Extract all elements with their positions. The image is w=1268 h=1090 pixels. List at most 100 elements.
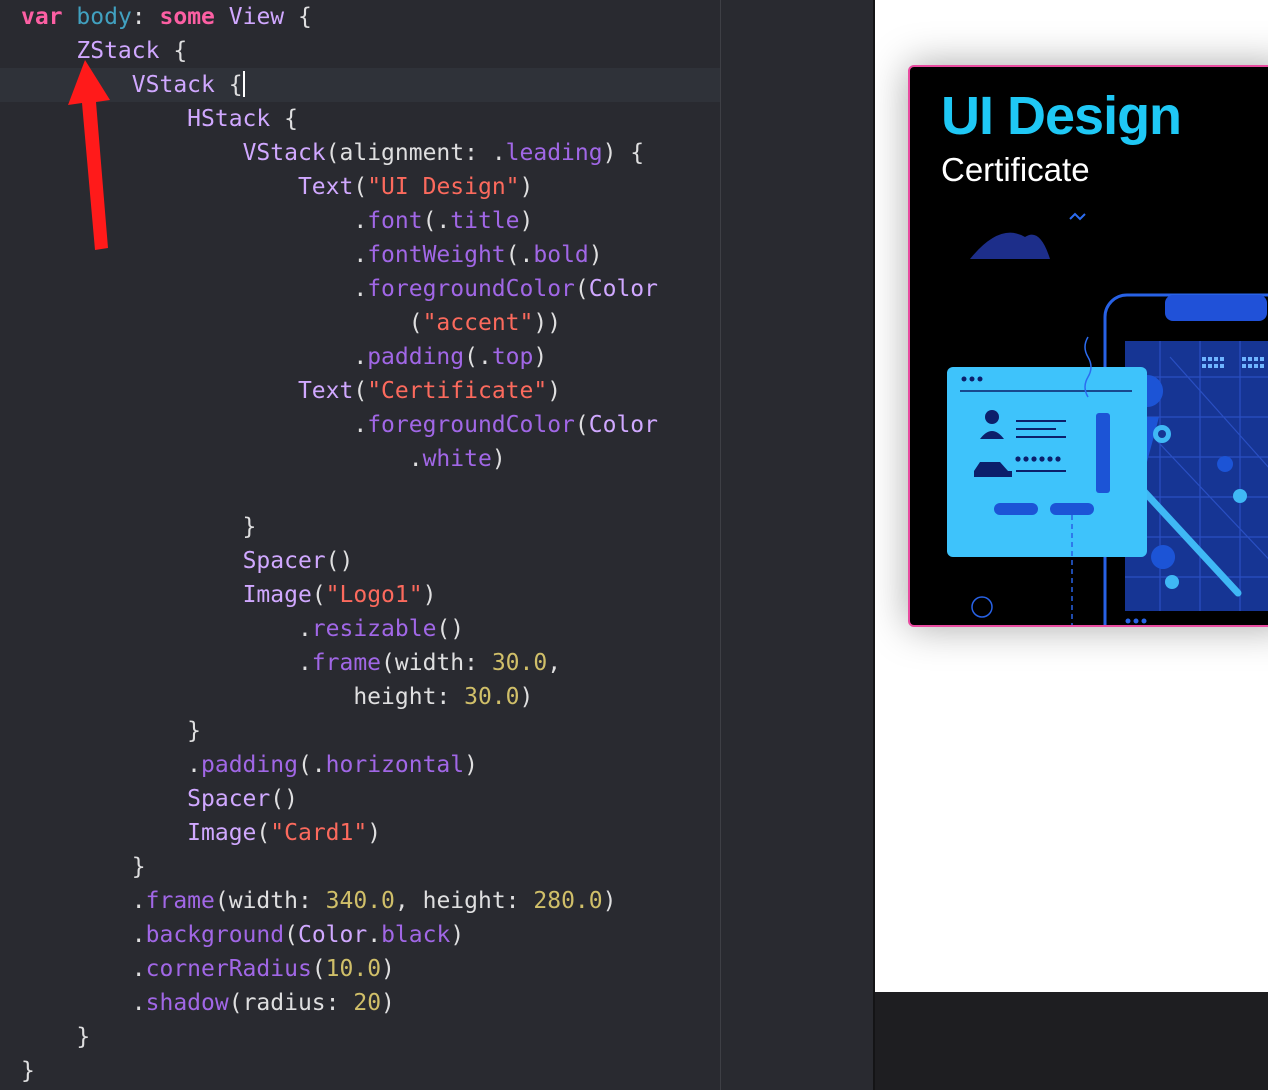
code-token: "accent" (422, 310, 534, 336)
code-token: "Logo1" (325, 582, 423, 608)
code-token: } (21, 718, 202, 744)
code-token: (. (505, 242, 534, 268)
code-line[interactable]: .background(Color.black) (21, 918, 464, 952)
code-line[interactable]: } (21, 1054, 35, 1088)
code-token: , (547, 650, 562, 676)
code-token: ) (533, 344, 548, 370)
code-token: 280.0 (533, 888, 603, 914)
code-token: () (325, 548, 354, 574)
code-token: Image (242, 582, 312, 608)
code-line[interactable]: .frame(width: 340.0, height: 280.0) (21, 884, 617, 918)
code-token: title (450, 208, 520, 234)
code-line[interactable]: .padding(.horizontal) (21, 748, 478, 782)
code-token: ) { (602, 140, 645, 166)
code-token: ( (353, 378, 368, 404)
code-line[interactable]: Image("Card1") (21, 816, 381, 850)
code-token: ( (574, 276, 589, 302)
code-token: some (159, 4, 215, 30)
code-token: frame (311, 650, 382, 676)
code-token: ( (311, 582, 326, 608)
code-line[interactable]: var body: some View { (21, 0, 312, 34)
simulator-screen: UI Design Certificate (875, 0, 1268, 992)
code-token: )) (533, 310, 562, 336)
code-line[interactable]: .resizable() (21, 612, 464, 646)
code-token: foregroundColor (367, 276, 575, 302)
code-line[interactable]: Spacer() (21, 782, 298, 816)
code-token: 340.0 (325, 888, 395, 914)
code-token: { (159, 38, 188, 64)
code-line[interactable]: height: 30.0) (21, 680, 533, 714)
code-token: foregroundColor (367, 412, 575, 438)
code-line[interactable]: VStack { (21, 68, 245, 102)
code-line[interactable]: } (21, 850, 146, 884)
code-token: . (21, 922, 146, 948)
code-token: Spacer (242, 548, 326, 574)
code-line[interactable]: } (21, 714, 201, 748)
code-token: . (21, 344, 368, 370)
code-token: ( (284, 922, 298, 948)
code-token: "Certificate" (367, 378, 548, 404)
code-editor[interactable]: var body: some View { ZStack { VStack { … (0, 0, 720, 1090)
code-token: . (21, 888, 146, 914)
code-token: VStack (242, 140, 326, 166)
code-token: . (21, 276, 368, 302)
code-token: ( (353, 174, 368, 200)
code-token: : (131, 4, 160, 30)
code-line[interactable]: .foregroundColor(Color (21, 408, 658, 442)
code-token: (. (297, 752, 326, 778)
code-line[interactable]: } (21, 1020, 90, 1054)
code-token: . (21, 752, 202, 778)
code-token: Color (588, 412, 659, 438)
code-token: bold (533, 242, 589, 268)
code-token: ) (519, 174, 534, 200)
code-token: , height: (394, 888, 534, 914)
code-line[interactable]: ("accent")) (21, 306, 561, 340)
code-token: 30.0 (464, 684, 520, 710)
code-token: ) (450, 922, 465, 948)
code-line[interactable]: .foregroundColor(Color (21, 272, 658, 306)
certificate-card[interactable]: UI Design Certificate (908, 65, 1268, 627)
code-line[interactable]: .shadow(radius: 20) (21, 986, 395, 1020)
code-token: fontWeight (367, 242, 506, 268)
code-token: horizontal (325, 752, 465, 778)
code-token: 30.0 (491, 650, 548, 676)
code-token: () (270, 786, 298, 812)
code-token: . (21, 616, 312, 642)
code-line[interactable]: Image("Logo1") (21, 578, 437, 612)
code-line[interactable]: .white) (21, 442, 506, 476)
code-line[interactable]: .cornerRadius(10.0) (21, 952, 395, 986)
code-token: ( (21, 310, 423, 336)
code-token: View (228, 4, 285, 30)
code-token: } (21, 1058, 35, 1084)
code-token: resizable (311, 616, 437, 642)
code-token: (width: (214, 888, 326, 914)
code-token: . (21, 956, 146, 982)
code-token: (width: (381, 650, 492, 676)
code-line[interactable]: .padding(.top) (21, 340, 547, 374)
code-token: "Card1" (270, 820, 368, 846)
code-token: black (381, 922, 451, 948)
code-token: { (284, 4, 312, 30)
code-token: white (422, 446, 492, 472)
code-line[interactable]: .frame(width: 30.0, (21, 646, 561, 680)
code-line[interactable]: Spacer() (21, 544, 354, 578)
code-token: cornerRadius (145, 956, 312, 982)
code-line[interactable]: } (21, 510, 257, 544)
card-title: UI Design (941, 86, 1182, 146)
code-token: Spacer (187, 786, 271, 812)
red-arrow-icon (68, 60, 110, 250)
code-token: frame (145, 888, 215, 914)
code-token: ( (311, 956, 326, 982)
code-token: Color (297, 922, 368, 948)
code-token: Color (588, 276, 659, 302)
code-token: . (367, 922, 382, 948)
code-line[interactable]: Text("Certificate") (21, 374, 561, 408)
editor-minimap-area (721, 0, 873, 1090)
code-token: ( (256, 820, 271, 846)
